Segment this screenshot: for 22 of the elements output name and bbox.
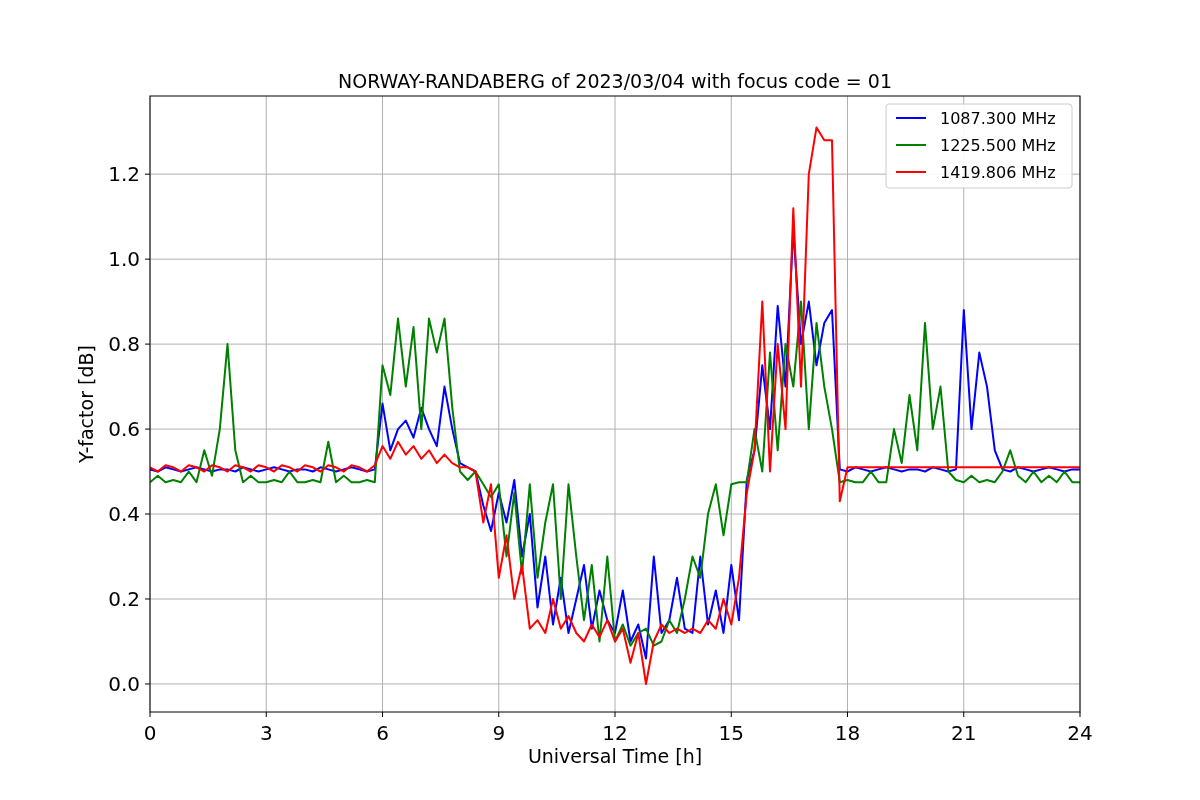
x-tick-label: 9 xyxy=(492,721,506,745)
y-axis-label: Y-factor [dB] xyxy=(75,345,97,463)
legend-label: 1225.500 MHz xyxy=(940,136,1056,155)
y-tick-label: 1.2 xyxy=(108,162,140,187)
x-tick-label: 3 xyxy=(259,721,273,745)
y-tick-label: 0.6 xyxy=(108,417,140,442)
y-tick-label: 0.8 xyxy=(108,332,140,357)
x-tick-label: 12 xyxy=(602,721,628,745)
x-tick-label: 21 xyxy=(951,721,977,745)
legend-label: 1087.300 MHz xyxy=(940,109,1056,128)
legend-label: 1419.806 MHz xyxy=(940,163,1056,182)
x-tick-label: 6 xyxy=(376,721,389,745)
y-tick-label: 0.2 xyxy=(108,587,140,611)
x-tick-label: 15 xyxy=(718,721,744,745)
x-tick-label: 24 xyxy=(1067,721,1093,745)
x-tick-label: 18 xyxy=(834,721,861,745)
x-axis-label: Universal Time [h] xyxy=(527,745,703,767)
y-tick-label: 0.4 xyxy=(108,502,140,527)
chart-title: NORWAY-RANDABERG of 2023/03/04 with focus code = 01 xyxy=(338,70,892,92)
y-tick-label: 0.0 xyxy=(108,671,140,696)
x-tick-label: 0 xyxy=(143,721,157,745)
y-tick-label: 1.0 xyxy=(108,247,140,272)
